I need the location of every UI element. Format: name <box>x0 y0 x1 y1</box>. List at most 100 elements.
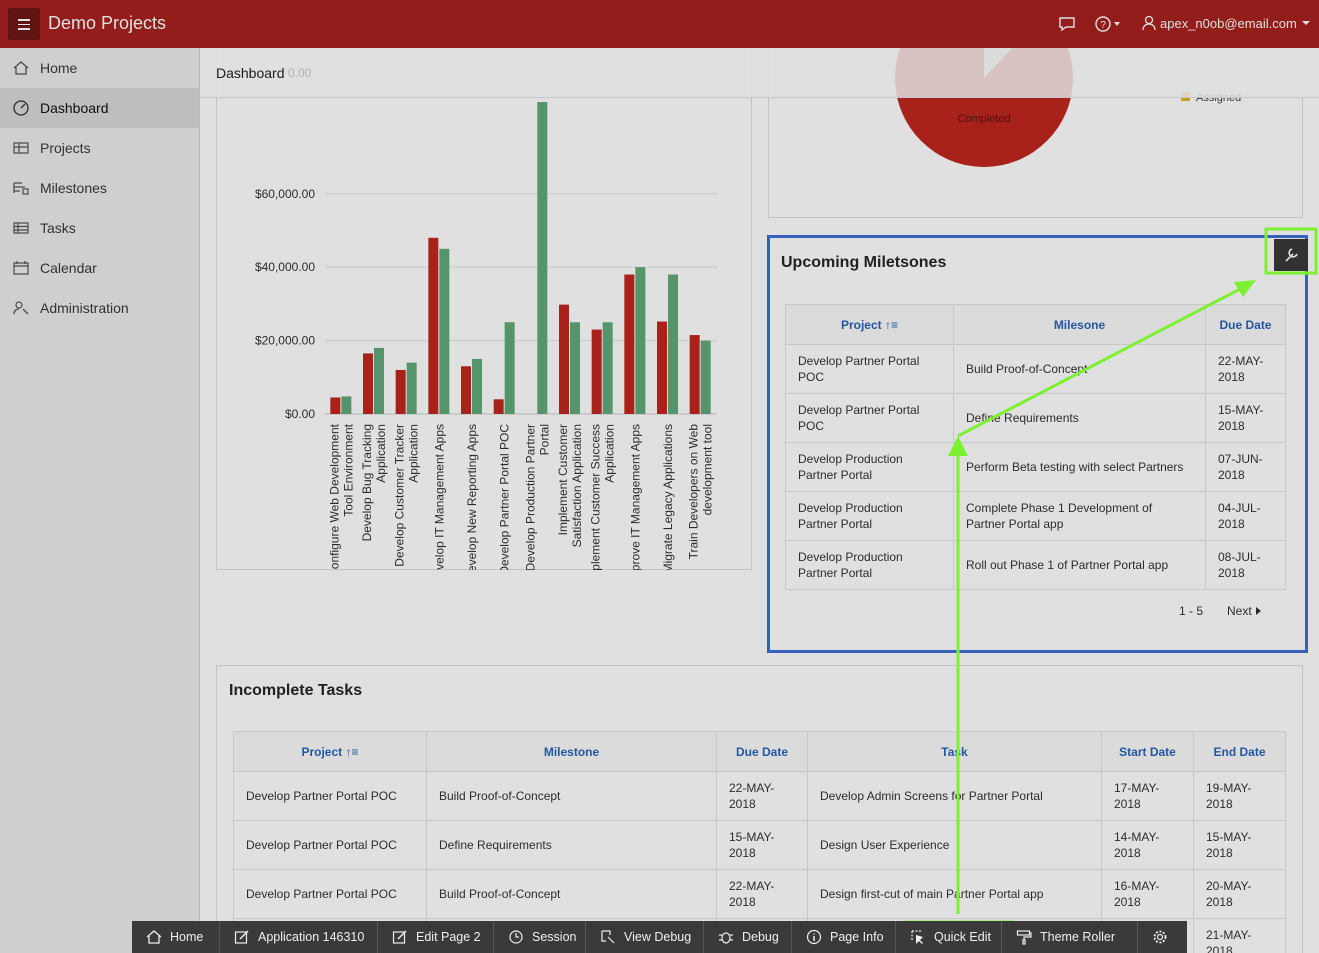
table-cell: Define Requirements <box>953 393 1206 443</box>
bar[interactable] <box>341 396 352 414</box>
column-header-due-date[interactable]: Due Date <box>1205 304 1286 345</box>
bar[interactable] <box>602 322 613 414</box>
table-row: Develop Production Partner Portal Complet… <box>785 491 1286 541</box>
sort-ascending-icon: ↑≡ <box>345 744 359 759</box>
bar[interactable] <box>635 267 646 414</box>
y-tick-label: $40,000.00 <box>255 260 315 274</box>
table-cell: Develop Partner Portal POC <box>785 344 954 394</box>
calendar-icon <box>13 261 29 275</box>
chevron-down-icon <box>1301 21 1310 25</box>
devbar-settings-button[interactable] <box>1138 921 1186 953</box>
main-content: Dashboard 0.00 $0.00 $20,000.00 $40,000.00… <box>200 48 1319 953</box>
table-cell: Roll out Phase 1 of Partner Portal app <box>953 540 1206 590</box>
devbar-page-info-button[interactable]: Page Info <box>792 921 896 953</box>
column-header-project[interactable]: Project ↑≡ <box>233 731 427 772</box>
x-tick-label: Migrate Legacy Applications <box>661 424 675 570</box>
table-cell: 22-MAY-2018 <box>1205 344 1286 394</box>
bar[interactable] <box>461 366 471 414</box>
next-page-link[interactable]: Next <box>1227 604 1262 618</box>
column-header-task[interactable]: Task <box>807 731 1102 772</box>
edit-page-icon <box>392 930 407 944</box>
partial-axis-tick: 0.00 <box>288 66 312 80</box>
bar[interactable] <box>493 399 504 414</box>
bar[interactable] <box>428 237 439 414</box>
sidebar-item-home[interactable]: Home <box>0 48 199 88</box>
column-header-milestone[interactable]: Milestone <box>426 731 717 772</box>
debug-icon <box>719 932 733 944</box>
incomplete-tasks-region: Incomplete Tasks Project ↑≡ Milestone Du… <box>216 665 1303 953</box>
pie-slice-label: Completed <box>957 113 1010 125</box>
devbar-quick-edit-button[interactable]: Quick Edit <box>896 921 1002 953</box>
sidebar-item-tasks[interactable]: Tasks <box>0 208 199 248</box>
bar[interactable] <box>537 102 548 414</box>
column-header-due-date[interactable]: Due Date <box>716 731 808 772</box>
bar[interactable] <box>330 397 341 414</box>
column-header-start-date[interactable]: Start Date <box>1101 731 1194 772</box>
table-row: Develop Partner Portal POCBuild Proof-of… <box>233 771 1286 821</box>
sidebar-item-projects[interactable]: Projects <box>0 128 199 168</box>
app-title[interactable]: Demo Projects <box>48 13 166 34</box>
table-row: Develop Production Partner Portal Roll ou… <box>785 540 1286 590</box>
table-cell: 14-MAY-2018 <box>1101 820 1194 870</box>
milestones-table: Project ↑≡ Milesone Due Date Develop Par… <box>785 304 1286 590</box>
sidebar-item-milestones[interactable]: Milestones <box>0 168 199 208</box>
bar[interactable] <box>395 369 406 414</box>
sidebar-item-label: Calendar <box>40 260 97 276</box>
devbar-application-button[interactable]: Application 146310 <box>220 921 378 953</box>
bar[interactable] <box>657 321 667 414</box>
devbar-theme-roller-button[interactable]: Theme Roller <box>1002 921 1138 953</box>
devbar-view-debug-button[interactable]: View Debug <box>586 921 704 953</box>
bar[interactable] <box>668 274 678 414</box>
table-cell: 22-MAY-2018 <box>716 771 808 821</box>
bar[interactable] <box>363 353 373 414</box>
bar[interactable] <box>472 358 482 414</box>
bar[interactable] <box>570 322 580 414</box>
user-menu[interactable]: apex_n0ob@email.com <box>1142 15 1311 31</box>
x-tick-label: Satisfaction Application <box>570 424 584 547</box>
table-cell: 19-MAY-2018 <box>1193 771 1286 821</box>
feedback-icon[interactable] <box>1058 14 1076 34</box>
table-cell: 22-MAY-2018 <box>716 869 808 919</box>
bar[interactable] <box>689 335 700 414</box>
column-header-milestone[interactable]: Milesone <box>953 304 1206 345</box>
column-header-end-date[interactable]: End Date <box>1193 731 1286 772</box>
devbar-edit-page-button[interactable]: Edit Page 2 <box>378 921 494 953</box>
table-row: Develop Production Partner Portal Perform… <box>785 442 1286 492</box>
sidebar-nav: Home Dashboard Projects Milestones Tasks… <box>0 48 200 953</box>
table-cell: 07-JUN-2018 <box>1205 442 1286 492</box>
bar[interactable] <box>439 248 450 414</box>
table-cell: 04-JUL-2018 <box>1205 491 1286 541</box>
column-header-project[interactable]: Project ↑≡ <box>785 304 954 345</box>
table-cell: 15-MAY-2018 <box>1205 393 1286 443</box>
sidebar-item-calendar[interactable]: Calendar <box>0 248 199 288</box>
help-icon[interactable]: ? <box>1094 14 1124 34</box>
bar[interactable] <box>624 274 635 414</box>
table-row: Develop Partner Portal POC Define Require… <box>233 820 1286 870</box>
bar[interactable] <box>700 340 711 414</box>
bar[interactable] <box>406 362 417 414</box>
menu-toggle-button[interactable] <box>8 8 40 40</box>
table-cell: Develop Admin Screens for Partner Portal <box>807 771 1102 821</box>
bar[interactable] <box>504 322 515 414</box>
devbar-home-button[interactable]: Home <box>132 921 220 953</box>
x-tick-label: Develop New Reporting Apps <box>465 424 479 570</box>
home-icon <box>13 61 29 75</box>
bar[interactable] <box>374 347 384 414</box>
x-tick-label: Train Developers on Web <box>687 424 701 560</box>
gear-icon <box>1153 930 1167 944</box>
table-cell: 21-MAY-2018 <box>1193 918 1286 953</box>
bar[interactable] <box>591 329 602 414</box>
chevron-right-icon <box>1255 607 1261 615</box>
sidebar-item-administration[interactable]: Administration <box>0 288 199 328</box>
sidebar-item-dashboard[interactable]: Dashboard <box>0 88 199 128</box>
svg-text:?: ? <box>1100 20 1106 31</box>
table-cell: Design first-cut of main Partner Portal … <box>807 869 1102 919</box>
app-header: Demo Projects ? apex_n0ob@email.com <box>0 0 1319 48</box>
table-cell: Develop Production Partner Portal <box>785 442 954 492</box>
table-cell: Develop Partner Portal POC <box>233 869 427 919</box>
devbar-debug-button[interactable]: Debug <box>704 921 792 953</box>
region-settings-button[interactable] <box>1274 239 1308 271</box>
x-tick-label: Application <box>407 424 421 483</box>
devbar-session-button[interactable]: Session <box>494 921 586 953</box>
bar[interactable] <box>559 304 569 414</box>
